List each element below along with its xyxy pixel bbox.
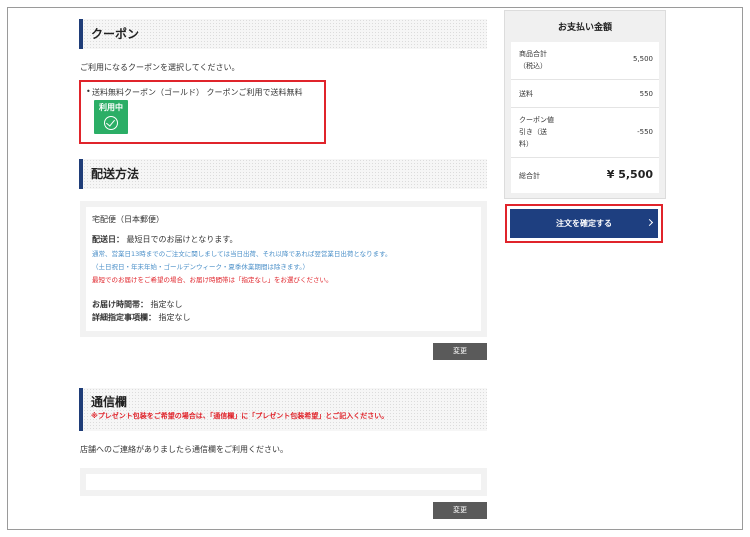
- subtotal-label: 商品合計: [519, 50, 547, 58]
- shipping-note-3: 最短でのお届けをご希望の場合、お届け時間帯は「指定なし」をお選びください。: [92, 276, 333, 284]
- summary-title: お支払い金額: [557, 23, 612, 33]
- shipping-change-button[interactable]: 変更: [433, 343, 487, 360]
- coupon-discount-label-1: クーポン値: [519, 116, 554, 124]
- delivery-row: 配送日： 最短日でのお届けとなります。: [92, 234, 238, 245]
- message-warning: ※プレゼント包装をご希望の場合は、「通信欄」に「プレゼント包装希望」とご記入くだ…: [91, 412, 389, 420]
- detail-row: 詳細指定事項欄： 指定なし: [92, 312, 191, 323]
- shipping-method: 宅配便（日本郵便）: [92, 215, 164, 224]
- message-section-header: 通信欄 ※プレゼント包装をご希望の場合は、「通信欄」に「プレゼント包装希望」とご…: [79, 388, 487, 431]
- badge-label: 利用中: [99, 103, 123, 112]
- message-heading: 通信欄: [91, 395, 128, 409]
- shipping-details-inner: 宅配便（日本郵便） 配送日： 最短日でのお届けとなります。 通常、営業日13時ま…: [86, 207, 481, 331]
- shipping-fee-label: 送料: [519, 90, 533, 98]
- total-row: 総合計 ¥ 5,500: [511, 158, 659, 193]
- shipping-note-2: （土日祝日・年末年始・ゴールデンウィーク・夏季休業期間は除きます。）: [92, 263, 309, 271]
- total-value: ¥ 5,500: [606, 168, 653, 181]
- check-circle-icon: [104, 116, 118, 130]
- shipping-note-1: 通常、営業日13時までのご注文に関しましては当日出荷、それ以降であれば翌営業日出…: [92, 250, 392, 258]
- coupon-discount-label-2: 引き（送: [519, 128, 547, 136]
- delivery-value: 最短日でのお届けとなります。: [126, 235, 238, 244]
- coupon-heading: クーポン: [91, 27, 140, 41]
- subtotal-tax-label: （税込）: [519, 62, 547, 70]
- time-row: お届け時間帯： 指定なし: [92, 299, 183, 310]
- coupon-instruction: ご利用になるクーポンを選択してください。: [80, 63, 240, 72]
- confirm-order-label: 注文を確定する: [556, 219, 612, 228]
- time-value: 指定なし: [150, 300, 183, 309]
- detail-value: 指定なし: [158, 313, 191, 322]
- message-box: [80, 468, 487, 496]
- total-label: 総合計: [519, 172, 540, 180]
- coupon-discount-row: クーポン値 引き（送 料） -550: [511, 108, 659, 158]
- shipping-details-box: 宅配便（日本郵便） 配送日： 最短日でのお届けとなります。 通常、営業日13時ま…: [80, 201, 487, 337]
- payment-summary-panel: お支払い金額 商品合計 （税込） 5,500 送料 550 クーポン値 引き（送…: [504, 10, 666, 199]
- coupon-section-header: クーポン: [79, 19, 487, 49]
- coupon-item-label[interactable]: 送料無料クーポン（ゴールド） クーポンご利用で送料無料: [92, 87, 303, 98]
- message-input[interactable]: [86, 474, 481, 490]
- subtotal-row: 商品合計 （税込） 5,500: [511, 42, 659, 80]
- shipping-section-header: 配送方法: [79, 159, 487, 189]
- coupon-in-use-badge[interactable]: 利用中: [94, 100, 128, 134]
- detail-label: 詳細指定事項欄：: [92, 313, 156, 322]
- shipping-heading: 配送方法: [91, 167, 140, 181]
- subtotal-value: 5,500: [632, 55, 653, 63]
- coupon-bullet: •: [86, 87, 91, 96]
- coupon-discount-value: -550: [637, 128, 653, 136]
- delivery-label: 配送日：: [92, 235, 124, 244]
- confirm-order-button[interactable]: 注文を確定する: [510, 209, 658, 238]
- message-description: 店舗へのご連絡がありましたら通信欄をご利用ください。: [80, 445, 288, 454]
- coupon-discount-label-3: 料）: [519, 140, 533, 148]
- shipping-fee-value: 550: [639, 90, 653, 98]
- shipping-fee-row: 送料 550: [511, 80, 659, 108]
- summary-list: 商品合計 （税込） 5,500 送料 550 クーポン値 引き（送 料） -55…: [511, 42, 659, 193]
- message-change-button[interactable]: 変更: [433, 502, 487, 519]
- time-label: お届け時間帯：: [92, 300, 148, 309]
